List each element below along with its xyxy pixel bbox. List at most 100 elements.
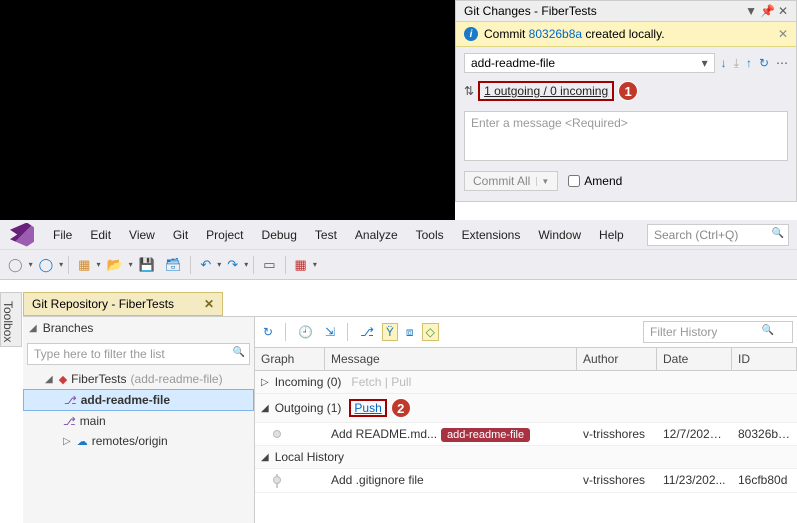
fetch-icon[interactable]: ↓	[721, 56, 727, 71]
col-graph[interactable]: Graph	[255, 348, 325, 370]
expand-icon: ▷	[261, 377, 269, 388]
settings-button[interactable]: ▦	[291, 254, 311, 276]
incoming-section[interactable]: ▷ Incoming (0) Fetch | Pull	[255, 371, 797, 394]
close-info-icon[interactable]: ✕	[778, 27, 788, 41]
toolbox-tab[interactable]: Toolbox	[0, 292, 22, 347]
col-message[interactable]: Message	[325, 348, 577, 370]
back-button[interactable]: ◯	[4, 254, 27, 276]
open-button[interactable]: 📂	[102, 254, 126, 276]
remotes-node[interactable]: ▷ ☁ remotes/origin	[23, 431, 254, 451]
callout-2: 2	[391, 398, 411, 418]
col-date[interactable]: Date	[657, 348, 732, 370]
col-author[interactable]: Author	[577, 348, 657, 370]
local-history-section[interactable]: ◢ Local History	[255, 446, 797, 469]
push-icon[interactable]: ↑	[746, 56, 752, 71]
menu-tools[interactable]: Tools	[407, 224, 453, 246]
graph-node-icon	[273, 430, 281, 438]
commit-row[interactable]: Add README.md...add-readme-file v-trissh…	[255, 423, 797, 446]
info-text: Commit 80326b8a created locally.	[484, 27, 665, 41]
pull-link: Pull	[391, 375, 411, 389]
history-icon[interactable]: 🕘	[294, 323, 317, 341]
filter-toggle-1[interactable]: Ÿ	[382, 323, 398, 341]
branch-item-main[interactable]: ⎇ main	[23, 411, 254, 431]
pin-icon[interactable]: 📌	[760, 4, 775, 18]
panel-title: Git Changes - FiberTests	[464, 4, 741, 18]
info-icon: i	[464, 27, 478, 41]
search-input[interactable]: Search (Ctrl+Q)	[647, 224, 789, 246]
filter-toggle-3[interactable]: ◇	[422, 323, 439, 341]
fetch-link: Fetch	[351, 375, 381, 389]
push-link[interactable]: Push	[349, 399, 386, 417]
graph-node-icon	[273, 476, 281, 484]
menu-project[interactable]: Project	[197, 224, 252, 246]
undo-button[interactable]: ↶	[196, 254, 215, 276]
menu-git[interactable]: Git	[164, 224, 197, 246]
new-project-button[interactable]: ▦	[74, 254, 94, 276]
chevron-down-icon: ▾	[702, 56, 708, 70]
branches-tree: ◢ Branches Type here to filter the list …	[23, 317, 255, 523]
history-filter-input[interactable]: Filter History	[643, 321, 793, 343]
amend-label: Amend	[584, 174, 622, 188]
menu-test[interactable]: Test	[306, 224, 346, 246]
extensions-button[interactable]: ▭	[259, 254, 279, 276]
dropdown-icon[interactable]: ▼	[745, 4, 757, 18]
branch-item-current[interactable]: ⎇ add-readme-file	[23, 389, 254, 411]
commit-all-button[interactable]: Commit All ▼	[464, 171, 558, 191]
commit-link[interactable]: 80326b8a	[529, 27, 582, 41]
amend-checkbox-input[interactable]	[568, 175, 580, 187]
col-id[interactable]: ID	[732, 348, 797, 370]
branch-filter-input[interactable]: Type here to filter the list	[27, 343, 250, 365]
callout-1: 1	[618, 81, 638, 101]
redo-button[interactable]: ↷	[223, 254, 242, 276]
menu-extensions[interactable]: Extensions	[453, 224, 530, 246]
branch-graph-button[interactable]: ⎇	[356, 323, 378, 341]
commit-message-input[interactable]: Enter a message <Required>	[464, 111, 788, 161]
branch-icon: ⎇	[63, 415, 76, 428]
more-icon[interactable]: ⋯	[776, 56, 788, 71]
cloud-icon: ☁	[77, 435, 88, 448]
menu-bar: File Edit View Git Project Debug Test An…	[0, 220, 797, 250]
menu-window[interactable]: Window	[529, 224, 590, 246]
menu-edit[interactable]: Edit	[81, 224, 120, 246]
commit-row[interactable]: Add .gitignore file v-trisshores 11/23/2…	[255, 469, 797, 493]
close-icon[interactable]: ✕	[778, 4, 788, 18]
menu-help[interactable]: Help	[590, 224, 633, 246]
panel-titlebar: Git Changes - FiberTests ▼ 📌 ✕	[456, 1, 796, 21]
git-repository-panel: Git Repository - FiberTests ✕ ◢ Branches…	[23, 292, 797, 523]
forward-button[interactable]: ◯	[35, 254, 58, 276]
history-grid-header: Graph Message Author Date ID	[255, 348, 797, 371]
git-changes-panel: Git Changes - FiberTests ▼ 📌 ✕ i Commit …	[455, 0, 797, 202]
repo-node[interactable]: ◢ ◆ FiberTests (add-readme-file)	[23, 369, 254, 389]
branch-selector[interactable]: add-readme-file ▾	[464, 53, 715, 73]
menu-view[interactable]: View	[120, 224, 164, 246]
branch-badge: add-readme-file	[441, 428, 530, 442]
expand-icon: ◢	[261, 452, 269, 463]
expand-icon: ◢	[261, 403, 269, 414]
sync-icon[interactable]: ↻	[759, 56, 769, 71]
branch-name: add-readme-file	[471, 56, 555, 70]
filter-toggle-2[interactable]: ⧈	[402, 323, 418, 342]
menu-debug[interactable]: Debug	[253, 224, 306, 246]
branches-header[interactable]: ◢ Branches	[23, 317, 254, 339]
amend-checkbox[interactable]: Amend	[568, 174, 622, 188]
close-tab-icon[interactable]: ✕	[204, 297, 214, 311]
menu-analyze[interactable]: Analyze	[346, 224, 407, 246]
expand-icon: ▷	[63, 436, 71, 447]
expand-icon: ◢	[29, 323, 37, 334]
expand-icon: ◢	[45, 374, 53, 385]
chevron-down-icon[interactable]: ▼	[536, 177, 549, 186]
main-toolbar: ◯▾ ◯▾ ▦▾ 📂▾ 💾 🗃 ↶▾ ↷▾ ▭ ▦▾	[0, 250, 797, 280]
info-bar: i Commit 80326b8a created locally. ✕	[456, 21, 796, 47]
refresh-button[interactable]: ↻	[259, 323, 277, 341]
commit-all-label: Commit All	[473, 174, 530, 188]
vs-logo-icon	[10, 223, 34, 247]
pull-icon[interactable]: ⤓	[734, 56, 739, 71]
repo-tab[interactable]: Git Repository - FiberTests ✕	[23, 292, 223, 316]
menu-file[interactable]: File	[44, 224, 81, 246]
outgoing-incoming-link[interactable]: 1 outgoing / 0 incoming	[478, 81, 614, 101]
collapse-button[interactable]: ⇲	[321, 323, 339, 341]
history-toolbar: ↻ 🕘 ⇲ ⎇ Ÿ ⧈ ◇ Filter History	[255, 317, 797, 348]
outgoing-section[interactable]: ◢ Outgoing (1) Push 2	[255, 394, 797, 423]
save-button[interactable]: 💾	[135, 254, 159, 276]
save-all-button[interactable]: 🗃	[161, 254, 186, 276]
